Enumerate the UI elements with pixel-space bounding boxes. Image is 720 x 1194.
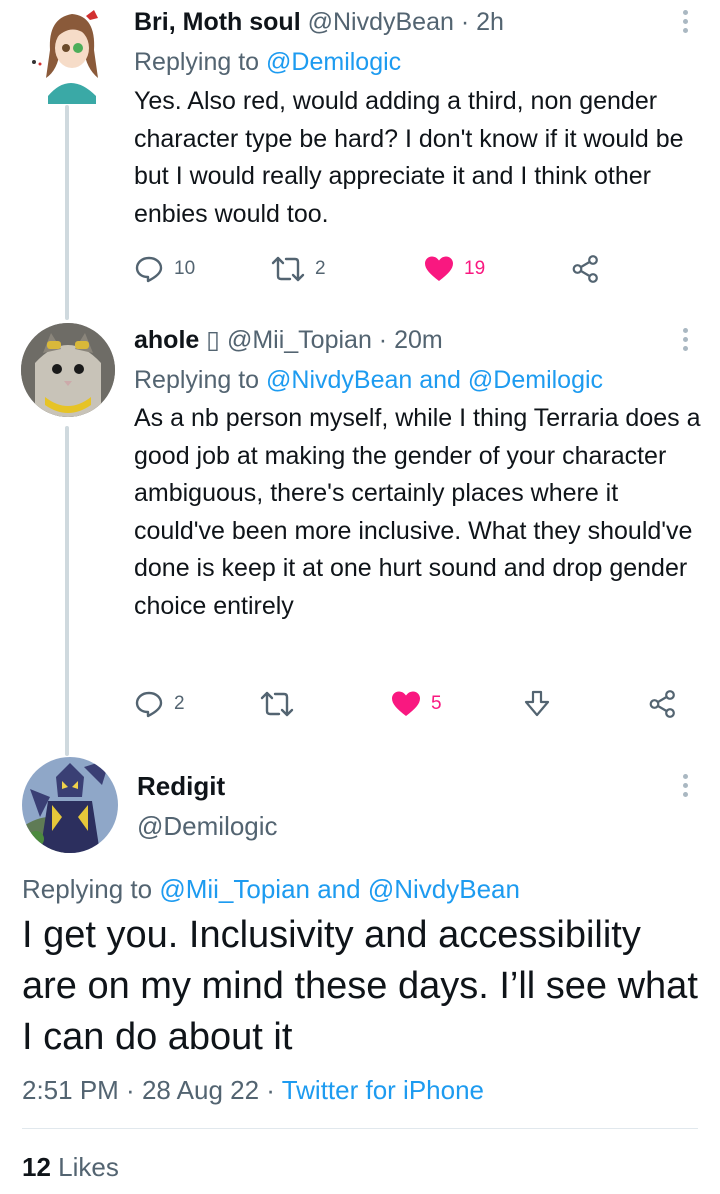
more-dot xyxy=(682,10,688,15)
tweet-actions: 2 5 xyxy=(134,688,696,720)
reply-icon xyxy=(135,256,163,283)
avatar[interactable] xyxy=(22,757,118,853)
author-name[interactable]: Redigit xyxy=(137,769,225,803)
more-dot xyxy=(682,328,688,333)
likes-label: Likes xyxy=(58,1152,119,1182)
replying-to: Replying to @Demilogic xyxy=(134,45,696,79)
tweet-source[interactable]: Twitter for iPhone xyxy=(282,1075,484,1105)
name-emoji: ▯ xyxy=(206,326,221,354)
more-dot xyxy=(682,19,688,24)
tweet-meta: 2:51 PM · 28 Aug 22 · Twitter for iPhone xyxy=(22,1073,484,1107)
author-handle[interactable]: @Demilogic xyxy=(137,809,278,843)
tweet-date[interactable]: 28 Aug 22 xyxy=(142,1075,259,1105)
thread-line xyxy=(65,105,69,320)
like-button[interactable]: 19 xyxy=(424,253,485,285)
more-options-button[interactable] xyxy=(681,328,689,351)
tweet[interactable]: Bri, Moth soul @NivdyBean · 2h Replying … xyxy=(134,5,696,233)
author-handle[interactable]: @NivdyBean xyxy=(308,8,454,36)
separator: · xyxy=(259,1075,282,1105)
more-dot xyxy=(682,783,688,788)
replying-to-link[interactable]: @Demilogic xyxy=(266,48,401,76)
separator: · xyxy=(371,326,395,354)
more-dot xyxy=(682,346,688,351)
replying-to: Replying to @NivdyBean and @Demilogic xyxy=(134,363,696,397)
anime-avatar-icon xyxy=(22,6,112,104)
heart-filled-icon xyxy=(392,691,420,716)
tip-button[interactable] xyxy=(522,688,552,720)
tweet-thread: Bri, Moth soul @NivdyBean · 2h Replying … xyxy=(0,0,720,1194)
tweet-header: Bri, Moth soul @NivdyBean · 2h xyxy=(134,5,696,39)
tweet-time[interactable]: 2h xyxy=(476,8,504,36)
tweet[interactable]: ahole ▯ @Mii_Topian · 20m Replying to @N… xyxy=(134,323,701,625)
replying-to-link[interactable]: @Mii_Topian and @NivdyBean xyxy=(159,874,520,904)
divider xyxy=(22,1128,698,1129)
retweet-button[interactable]: 2 xyxy=(271,253,326,285)
replying-prefix: Replying to xyxy=(22,874,160,904)
more-dot xyxy=(682,792,688,797)
share-icon xyxy=(572,255,598,283)
author-name[interactable]: ahole xyxy=(134,326,199,354)
share-button[interactable] xyxy=(648,688,678,720)
replying-prefix: Replying to xyxy=(134,48,267,76)
more-dot xyxy=(682,774,688,779)
tweet-actions: 10 2 19 xyxy=(134,253,696,285)
tweet-time[interactable]: 20m xyxy=(394,326,443,354)
likes-summary[interactable]: 12 Likes xyxy=(22,1150,119,1184)
more-options-button[interactable] xyxy=(681,10,689,33)
more-dot xyxy=(682,337,688,342)
separator: · xyxy=(118,1075,142,1105)
like-count: 5 xyxy=(431,693,442,714)
retweet-icon xyxy=(260,691,294,717)
like-button[interactable]: 5 xyxy=(391,688,442,720)
more-dot xyxy=(682,28,688,33)
share-icon xyxy=(649,690,675,718)
tweet-header: ahole ▯ @Mii_Topian · 20m xyxy=(134,323,696,357)
replying-to: Replying to @Mii_Topian and @NivdyBean xyxy=(22,871,520,907)
author-handle[interactable]: @Mii_Topian xyxy=(227,326,372,354)
tweet-time[interactable]: 2:51 PM xyxy=(22,1075,119,1105)
tweet-text: I get you. Inclusivity and accessibility… xyxy=(22,914,698,1058)
author-name[interactable]: Bri, Moth soul xyxy=(134,8,301,36)
retweet-count: 2 xyxy=(315,258,326,279)
cat-avatar-icon xyxy=(21,323,115,417)
replying-to-link[interactable]: @NivdyBean and @Demilogic xyxy=(266,366,603,394)
share-button[interactable] xyxy=(571,253,601,285)
heart-filled-icon xyxy=(425,256,453,281)
reply-icon xyxy=(135,691,163,718)
more-options-button[interactable] xyxy=(681,774,689,797)
tweet-text: As a nb person myself, while I thing Ter… xyxy=(134,404,701,620)
retweet-icon xyxy=(271,256,305,282)
like-count: 19 xyxy=(464,258,486,279)
replying-prefix: Replying to xyxy=(134,366,267,394)
separator: · xyxy=(453,8,477,36)
reply-button[interactable]: 10 xyxy=(134,253,195,285)
avatar[interactable] xyxy=(20,4,112,104)
armored-warrior-avatar-icon xyxy=(22,757,118,853)
reply-count: 10 xyxy=(174,258,196,279)
likes-count: 12 xyxy=(22,1152,51,1182)
retweet-button[interactable] xyxy=(260,688,294,720)
reply-button[interactable]: 2 xyxy=(134,688,185,720)
avatar[interactable] xyxy=(21,323,115,417)
download-arrow-icon xyxy=(524,690,550,717)
thread-line xyxy=(65,426,69,756)
reply-count: 2 xyxy=(174,693,185,714)
tweet-text: Yes. Also red, would adding a third, non… xyxy=(134,87,684,228)
